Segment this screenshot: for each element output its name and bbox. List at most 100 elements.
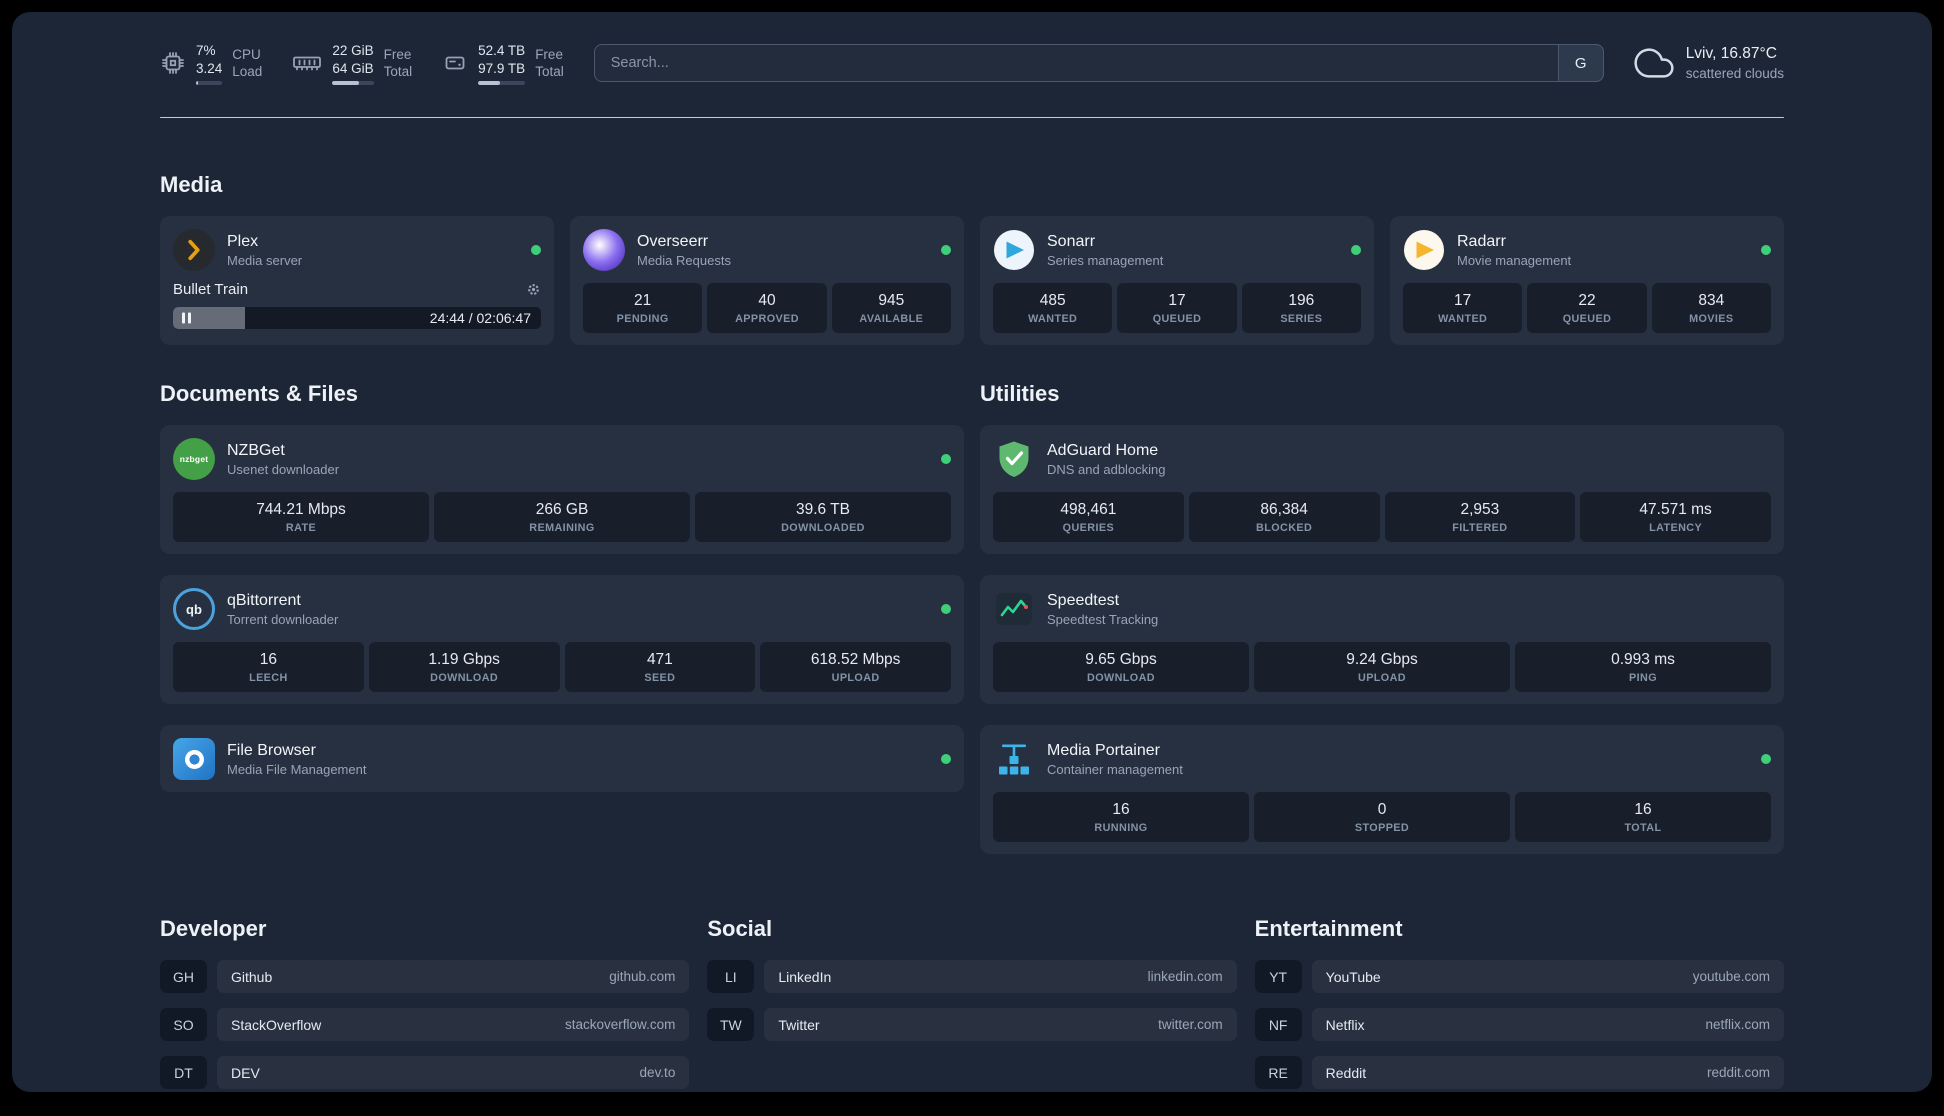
stat-value: 40 xyxy=(758,292,776,310)
bookmark-reddit[interactable]: RE Reddit reddit.com xyxy=(1254,1056,1784,1090)
bookmark-bar: YouTube youtube.com xyxy=(1311,960,1784,994)
stat-label: MOVIES xyxy=(1689,313,1734,326)
stat-movies: 834 MOVIES xyxy=(1651,283,1771,334)
stat-value: 9.65 Gbps xyxy=(1085,651,1157,669)
bookmark-domain: youtube.com xyxy=(1692,969,1770,985)
stat-value: 266 GB xyxy=(535,501,589,519)
stat-download: 1.19 Gbps DOWNLOAD xyxy=(368,642,560,693)
bookmark-name: DEV xyxy=(231,1064,260,1081)
bookmark-twitter[interactable]: TW Twitter twitter.com xyxy=(707,1008,1237,1042)
media-cards-row: Plex Media server Bullet Train 24:44 / 0… xyxy=(160,216,1784,346)
stat-value: 21 xyxy=(634,292,652,310)
bookmark-name: LinkedIn xyxy=(778,968,832,985)
stat-available: 945 AVAILABLE xyxy=(831,283,951,334)
stat-value: 22 xyxy=(1578,292,1596,310)
search-input[interactable] xyxy=(593,44,1604,83)
cpu-label-bottom: Load xyxy=(232,64,263,80)
disk-widget: 52.4 TB 97.9 TB Free Total xyxy=(442,42,564,85)
stat-label: APPROVED xyxy=(735,313,799,326)
bookmark-domain: netflix.com xyxy=(1705,1017,1770,1033)
sonarr-stats: 485 WANTED 17 QUEUED 196 SERIES xyxy=(993,283,1361,334)
overseerr-title-block: Overseerr Media Requests xyxy=(637,233,731,268)
cpu-progress-fill xyxy=(196,81,199,85)
stat-value: 196 xyxy=(1288,292,1315,310)
stat-label: TOTAL xyxy=(1624,822,1662,835)
developer-group-title: Developer xyxy=(160,916,267,942)
nzbget-header: nzbget NZBGet Usenet downloader xyxy=(173,438,951,481)
stat-label: LEECH xyxy=(249,672,288,685)
adguard-title-block: AdGuard Home DNS and adblocking xyxy=(1047,442,1166,477)
topbar: 7% 3.24 CPU Load 22 GiB 64 GiB Free Tota… xyxy=(160,12,1784,85)
service-card-adguard[interactable]: AdGuard Home DNS and adblocking 498,461 … xyxy=(980,425,1784,555)
bookmark-group-developer: Developer GH Github github.com SO StackO… xyxy=(160,916,690,1090)
stat-label: WANTED xyxy=(1438,313,1488,326)
bookmark-youtube[interactable]: YT YouTube youtube.com xyxy=(1254,960,1784,994)
playback-progress-bar[interactable]: 24:44 / 02:06:47 xyxy=(173,307,541,330)
bookmark-linkedin[interactable]: LI LinkedIn linkedin.com xyxy=(707,960,1237,994)
stat-latency: 47.571 ms LATENCY xyxy=(1580,492,1771,543)
cpu-label-top: CPU xyxy=(232,46,261,62)
stat-series: 196 SERIES xyxy=(1241,283,1361,334)
service-card-portainer[interactable]: Media Portainer Container management 16 … xyxy=(980,725,1784,855)
qbittorrent-icon-label: qb xyxy=(186,601,202,617)
bookmark-abbr: GH xyxy=(160,960,207,994)
search-provider-button[interactable]: G xyxy=(1557,44,1604,83)
topbar-divider xyxy=(160,116,1784,119)
radarr-header: Radarr Movie management xyxy=(1403,229,1771,271)
service-card-nzbget[interactable]: nzbget NZBGet Usenet downloader 744.21 M… xyxy=(160,425,964,555)
search-box: G xyxy=(593,44,1604,83)
stat-label: UPLOAD xyxy=(1358,672,1406,685)
bookmark-group-entertainment: Entertainment YT YouTube youtube.com NF … xyxy=(1254,916,1784,1090)
memory-progress-fill xyxy=(332,81,360,85)
qbittorrent-title-block: qBittorrent Torrent downloader xyxy=(227,592,338,627)
speedtest-stats: 9.65 Gbps DOWNLOAD 9.24 Gbps UPLOAD 0.99… xyxy=(993,642,1771,693)
pause-icon[interactable] xyxy=(182,312,192,324)
bookmark-abbr: SO xyxy=(160,1008,207,1042)
service-desc: Speedtest Tracking xyxy=(1047,611,1159,627)
memory-progress-bar xyxy=(332,81,374,85)
weather-text: Lviv, 16.87°C scattered clouds xyxy=(1686,45,1784,81)
radarr-icon xyxy=(1403,229,1445,271)
plex-header: Plex Media server xyxy=(173,229,541,272)
service-card-speedtest[interactable]: Speedtest Speedtest Tracking 9.65 Gbps D… xyxy=(980,575,1784,705)
bookmark-domain: github.com xyxy=(609,969,676,985)
disk-total-value: 97.9 TB xyxy=(478,60,526,76)
bookmark-name: Netflix xyxy=(1325,1016,1365,1033)
stat-label: QUEUED xyxy=(1562,313,1612,326)
service-card-plex[interactable]: Plex Media server Bullet Train 24:44 / 0… xyxy=(160,216,554,346)
status-dot xyxy=(1351,245,1361,256)
stat-value: 498,461 xyxy=(1060,501,1117,519)
service-name: qBittorrent xyxy=(227,591,301,609)
filebrowser-title-block: File Browser Media File Management xyxy=(227,742,366,777)
service-card-overseerr[interactable]: Overseerr Media Requests 21 PENDING 40 A… xyxy=(570,216,964,346)
service-card-filebrowser[interactable]: File Browser Media File Management xyxy=(160,725,964,793)
service-card-radarr[interactable]: Radarr Movie management 17 WANTED 22 QUE… xyxy=(1390,216,1784,346)
sonarr-header: Sonarr Series management xyxy=(993,229,1361,271)
nzbget-icon: nzbget xyxy=(173,438,215,481)
bookmark-github[interactable]: GH Github github.com xyxy=(160,960,690,994)
stat-wanted: 17 WANTED xyxy=(1403,283,1523,334)
stat-value: 0 xyxy=(1377,801,1387,819)
cpu-labels: CPU Load xyxy=(232,46,262,81)
media-section-title: Media xyxy=(160,172,223,198)
disk-progress-fill xyxy=(478,81,500,85)
middle-columns: Documents & Files nzbget NZBGet Usenet d… xyxy=(160,381,1784,855)
bookmark-name: Twitter xyxy=(778,1016,820,1033)
bookmark-stackoverflow[interactable]: SO StackOverflow stackoverflow.com xyxy=(160,1008,690,1042)
stat-value: 17 xyxy=(1454,292,1472,310)
bookmark-abbr: LI xyxy=(707,960,755,994)
bookmark-bar: DEV dev.to xyxy=(217,1056,690,1090)
cloud-icon xyxy=(1634,48,1674,78)
stat-running: 16 RUNNING xyxy=(993,792,1249,843)
cpu-chip-icon xyxy=(162,52,184,75)
qbittorrent-stats: 16 LEECH 1.19 Gbps DOWNLOAD 471 SEED 618… xyxy=(173,642,951,693)
nzbget-stats: 744.21 Mbps RATE 266 GB REMAINING 39.6 T… xyxy=(173,492,951,543)
bookmark-netflix[interactable]: NF Netflix netflix.com xyxy=(1254,1008,1784,1042)
service-card-qbittorrent[interactable]: qb qBittorrent Torrent downloader 16 LEE… xyxy=(160,575,964,705)
service-card-sonarr[interactable]: Sonarr Series management 485 WANTED 17 Q… xyxy=(980,216,1374,346)
portainer-stats: 16 RUNNING 0 STOPPED 16 TOTAL xyxy=(993,792,1771,843)
bookmark-dev[interactable]: DT DEV dev.to xyxy=(160,1056,690,1090)
utilities-cards: AdGuard Home DNS and adblocking 498,461 … xyxy=(980,425,1784,855)
settings-gear-icon[interactable] xyxy=(526,282,541,297)
stat-value: 945 xyxy=(878,292,905,310)
